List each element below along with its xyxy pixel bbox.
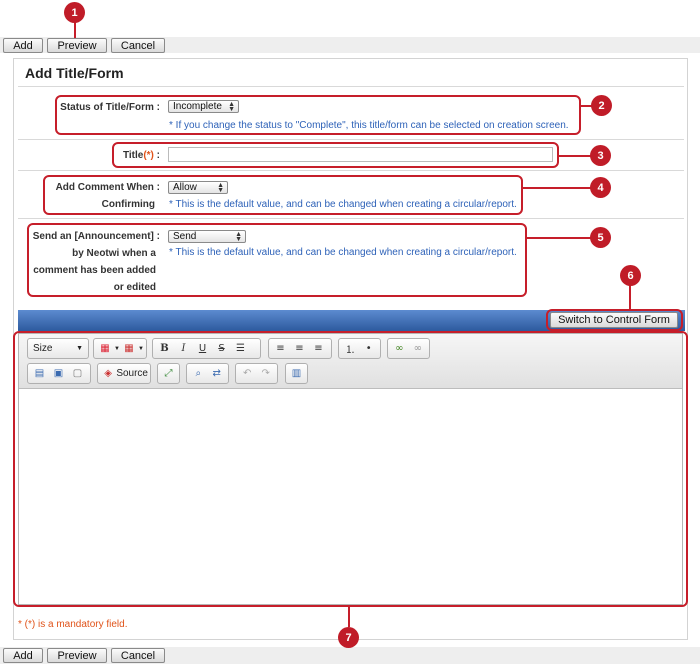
- connector-line: [629, 285, 631, 309]
- cancel-button-top[interactable]: Cancel: [111, 38, 165, 53]
- highlight-title: [112, 142, 559, 168]
- callout-3: 3: [590, 145, 611, 166]
- connector-line: [559, 155, 593, 157]
- connector-line: [348, 607, 350, 627]
- cancel-button-bottom[interactable]: Cancel: [111, 648, 165, 663]
- highlight-status: [55, 95, 581, 135]
- callout-7: 7: [338, 627, 359, 648]
- preview-button-top[interactable]: Preview: [47, 38, 107, 53]
- callout-6: 6: [620, 265, 641, 286]
- add-button-top[interactable]: Add: [3, 38, 43, 53]
- callout-2: 2: [591, 95, 612, 116]
- callout-1: 1: [64, 2, 85, 23]
- highlight-add-comment: [43, 175, 523, 215]
- mandatory-note: * (*) is a mandatory field.: [18, 619, 128, 630]
- callout-5: 5: [590, 227, 611, 248]
- highlight-switch: [546, 309, 683, 331]
- callout-4: 4: [590, 177, 611, 198]
- page-title: Add Title/Form: [25, 65, 124, 81]
- separator: [18, 218, 684, 219]
- separator: [18, 139, 684, 140]
- separator: [18, 86, 684, 87]
- highlight-editor: [13, 331, 688, 607]
- preview-button-bottom[interactable]: Preview: [47, 648, 107, 663]
- separator: [18, 170, 684, 171]
- connector-line: [523, 187, 593, 189]
- add-button-bottom[interactable]: Add: [3, 648, 43, 663]
- highlight-announcement: [27, 223, 527, 297]
- connector-line: [527, 237, 593, 239]
